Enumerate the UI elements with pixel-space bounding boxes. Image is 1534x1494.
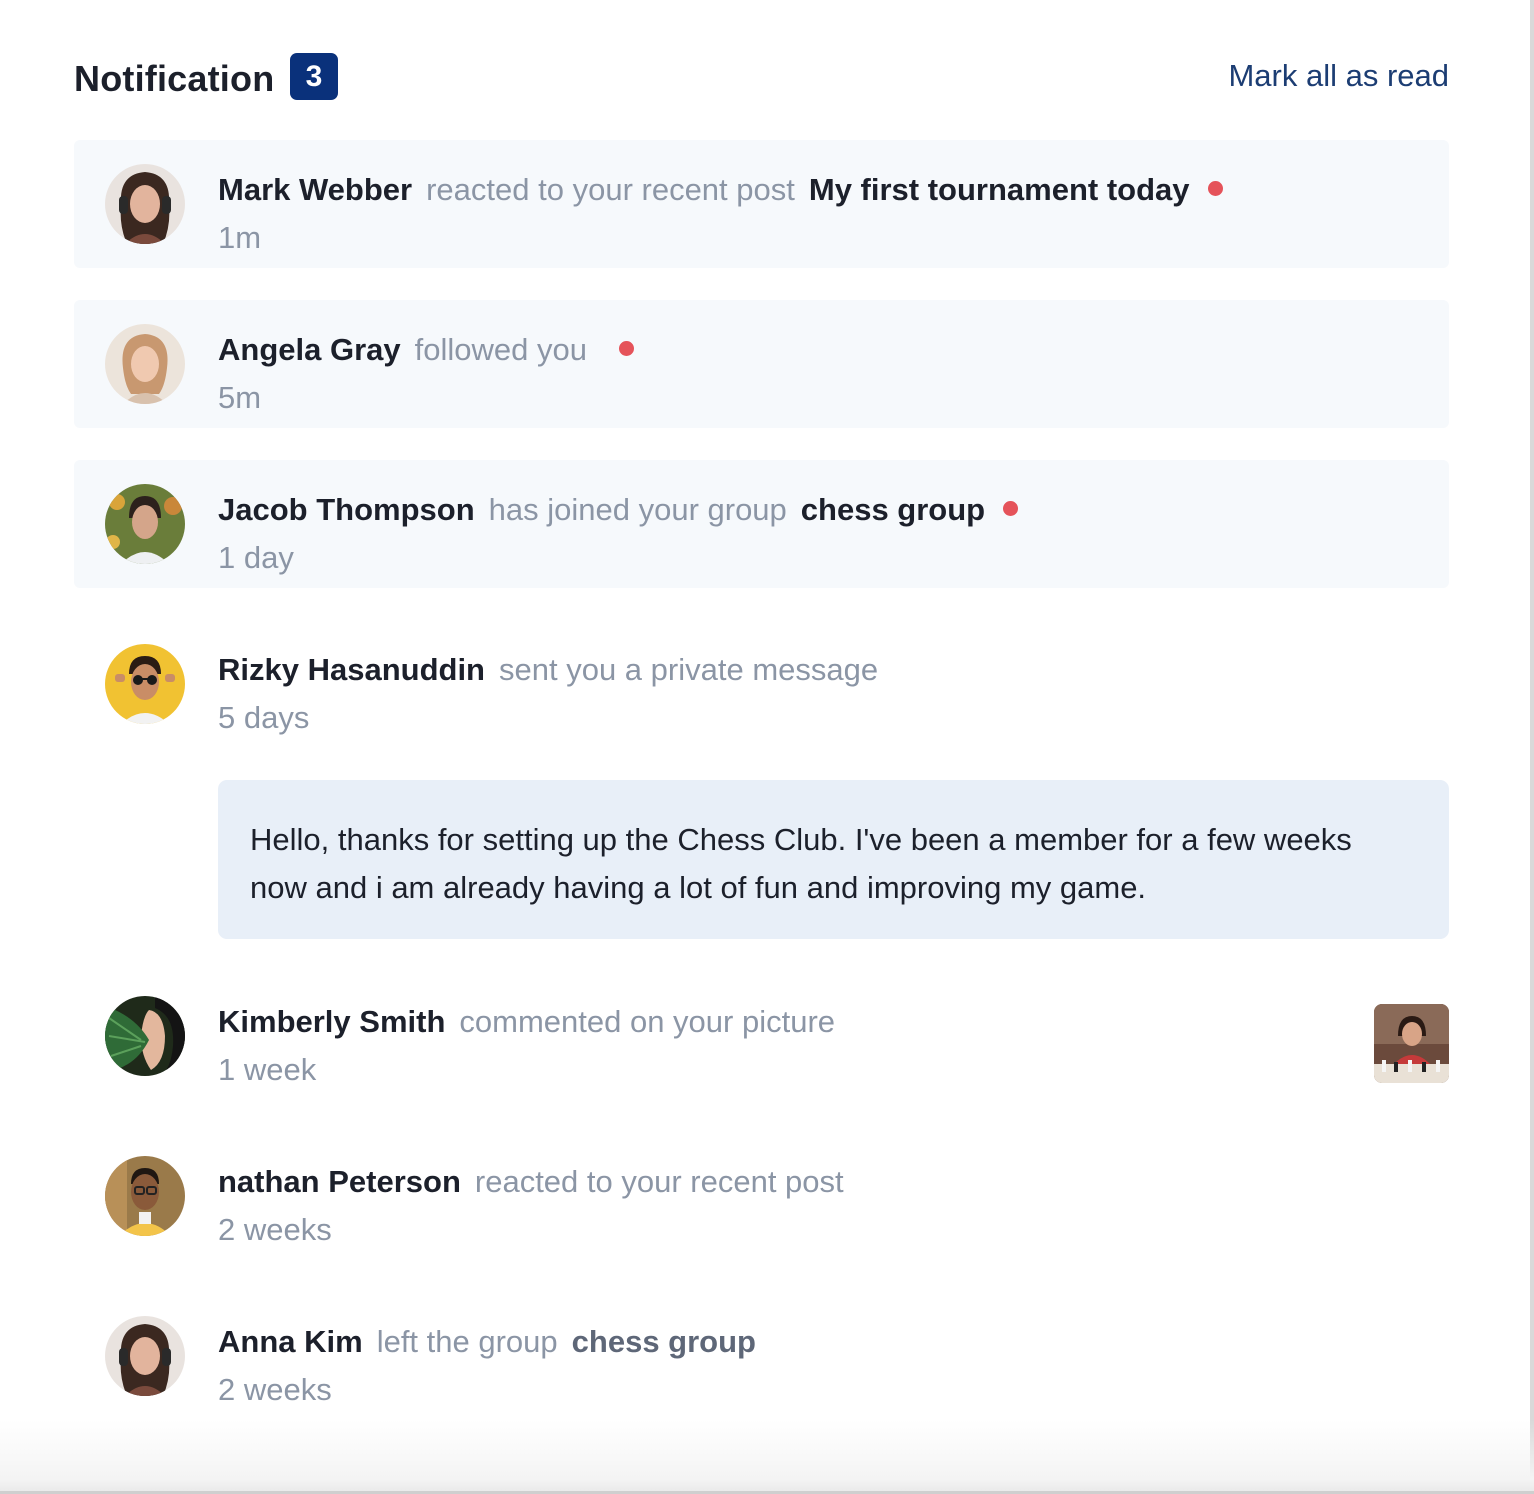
avatar[interactable] [105, 484, 185, 564]
actor-name[interactable]: Mark Webber [218, 172, 412, 207]
actor-name[interactable]: Kimberly Smith [218, 1004, 445, 1039]
notification-item[interactable]: nathan Peterson reacted to your recent po… [74, 1156, 1449, 1284]
avatar[interactable] [105, 1156, 185, 1236]
actor-name[interactable]: Anna Kim [218, 1324, 363, 1359]
notification-text: Jacob Thompson has joined your group chess… [218, 492, 1019, 528]
notification-text: Rizky Hasanuddin sent you a private messa… [218, 652, 892, 688]
notification-item[interactable]: Kimberly Smith commented on your picture … [74, 996, 1449, 1124]
private-message-preview[interactable]: Hello, thanks for setting up the Chess C… [218, 780, 1449, 939]
notification-time: 1 week [218, 1052, 317, 1087]
notification-item[interactable]: Rizky Hasanuddin sent you a private messa… [74, 620, 1449, 748]
notification-text: Angela Gray followed you [218, 332, 634, 368]
notification-text: Mark Webber reacted to your recent post My… [218, 172, 1223, 208]
unread-dot-icon [1207, 181, 1223, 196]
page-title: Notification [74, 58, 275, 99]
target-post[interactable]: My first tournament today [809, 172, 1190, 207]
unread-count-badge: 3 [290, 53, 338, 100]
notification-text: Anna Kim left the group chess group [218, 1324, 756, 1360]
avatar[interactable] [105, 644, 185, 724]
notification-time: 1m [218, 220, 262, 255]
actor-name[interactable]: nathan Peterson [218, 1164, 461, 1199]
window-edge [1530, 0, 1534, 1494]
unread-dot-icon [1003, 501, 1019, 516]
avatar[interactable] [105, 996, 185, 1076]
notification-item[interactable]: Mark Webber reacted to your recent post My… [74, 140, 1449, 268]
notification-time: 5m [218, 380, 262, 415]
notifications-header: Notification 3 Mark all as read [74, 50, 1449, 104]
action-text: reacted to your recent post [474, 1164, 844, 1199]
notification-item[interactable]: Angela Gray followed you 5m [74, 300, 1449, 428]
action-text: sent you a private message [499, 652, 879, 687]
avatar[interactable] [105, 324, 185, 404]
avatar[interactable] [105, 164, 185, 244]
mark-all-as-read-button[interactable]: Mark all as read [1228, 58, 1449, 94]
actor-name[interactable]: Rizky Hasanuddin [218, 652, 485, 687]
target-group[interactable]: chess group [572, 1324, 756, 1359]
notification-time: 2 weeks [218, 1372, 332, 1407]
action-text: commented on your picture [459, 1004, 836, 1039]
commented-picture-thumbnail[interactable] [1374, 1004, 1449, 1083]
notification-time: 1 day [218, 540, 294, 575]
actor-name[interactable]: Jacob Thompson [218, 492, 475, 527]
notification-text: Kimberly Smith commented on your picture [218, 1004, 849, 1040]
action-text: has joined your group [488, 492, 787, 527]
notification-item[interactable]: Jacob Thompson has joined your group chess… [74, 460, 1449, 588]
notification-time: 5 days [218, 700, 310, 735]
action-text: reacted to your recent post [426, 172, 795, 207]
notifications-page: Notification 3 Mark all as read Mark Web… [0, 0, 1534, 1494]
unread-dot-icon [618, 341, 634, 356]
notification-time: 2 weeks [218, 1212, 332, 1247]
action-text: followed you [414, 332, 587, 367]
target-group[interactable]: chess group [801, 492, 985, 527]
notification-text: nathan Peterson reacted to your recent po… [218, 1164, 858, 1200]
avatar[interactable] [105, 1316, 185, 1396]
action-text: left the group [376, 1324, 558, 1359]
actor-name[interactable]: Angela Gray [218, 332, 401, 367]
bottom-edge-shadow [0, 1420, 1534, 1494]
